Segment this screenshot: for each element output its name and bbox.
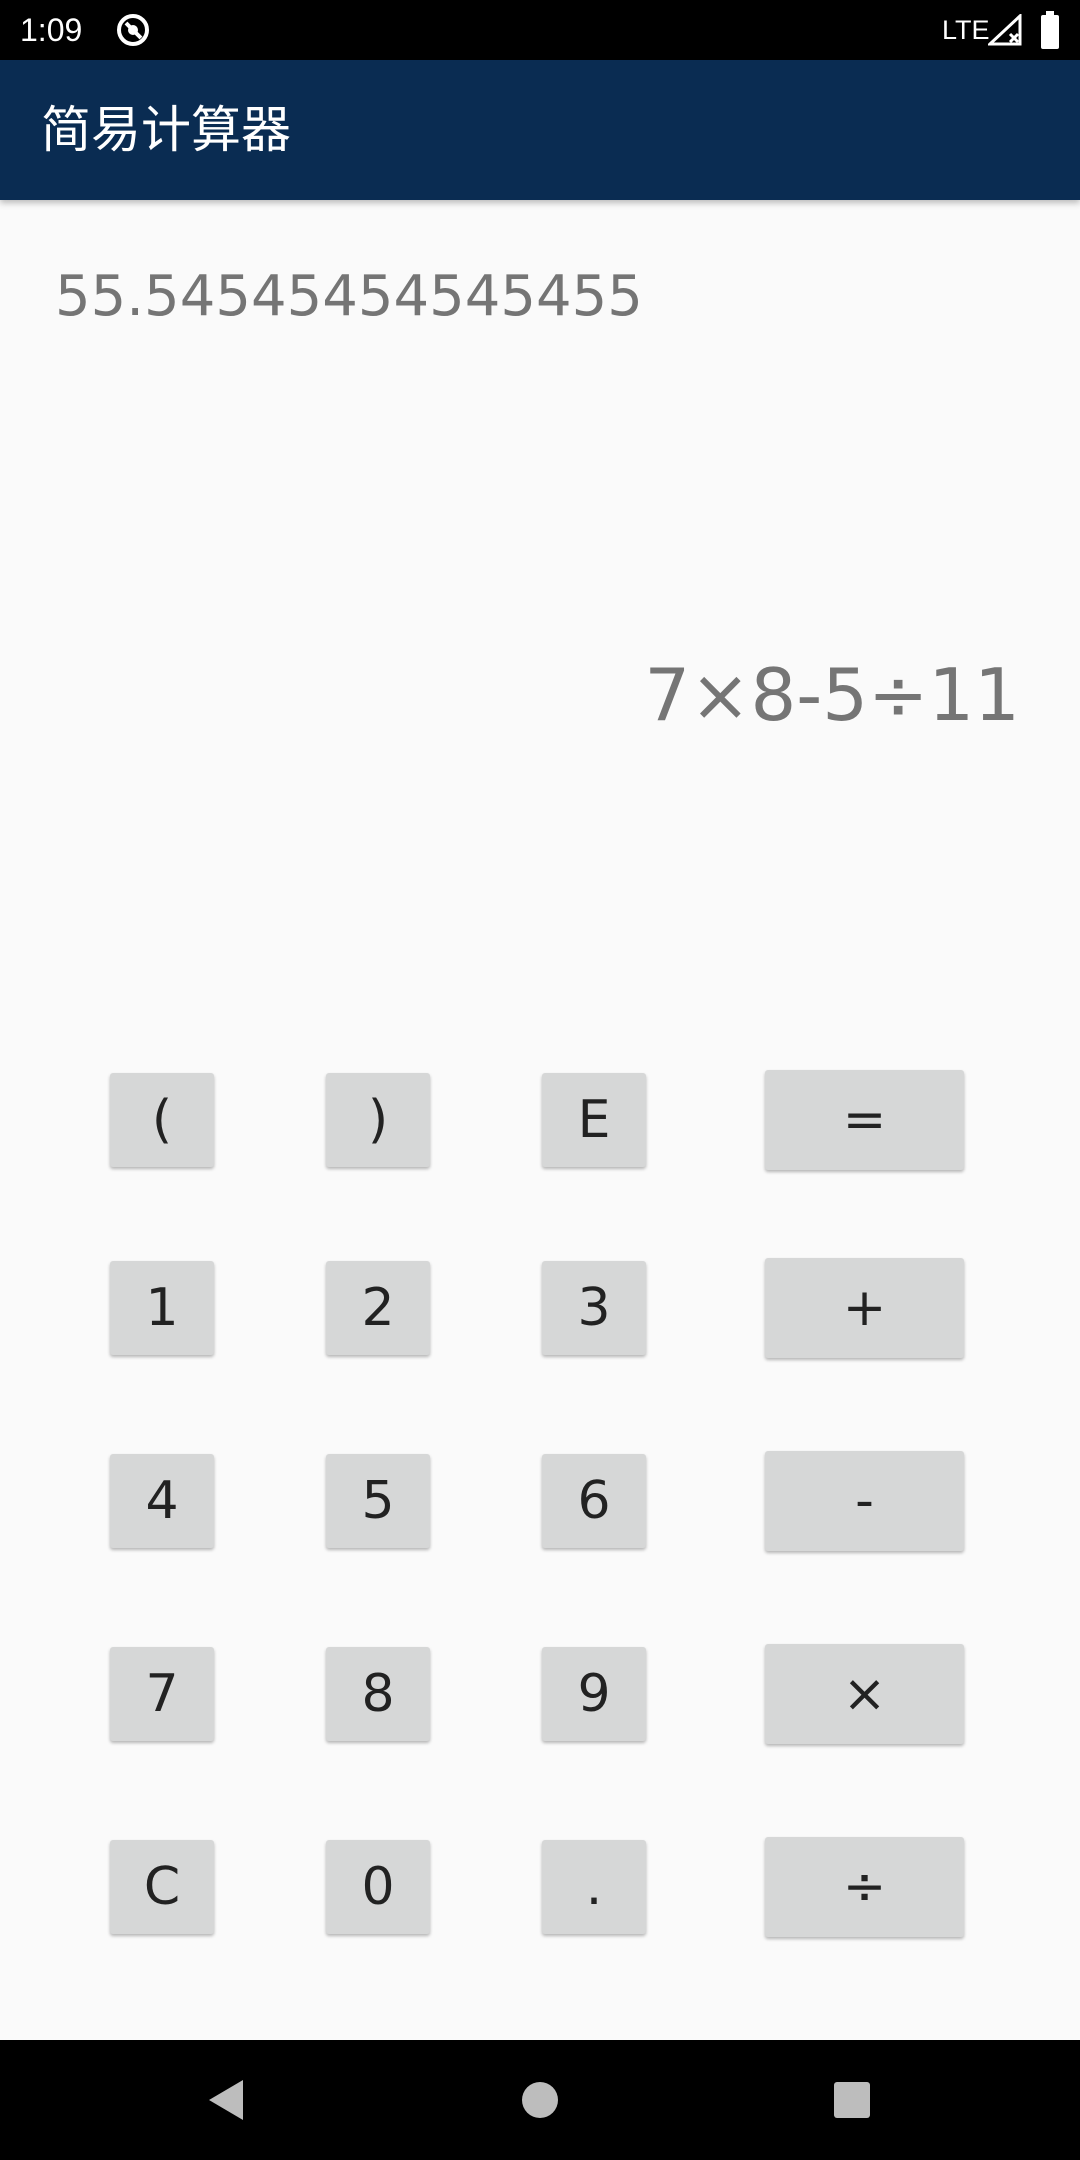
expression-display: 7×8-5÷11 [644,653,1020,737]
recents-icon [834,2082,870,2118]
status-time: 1:09 [20,12,83,48]
battery-icon [1041,11,1059,49]
key-multiply[interactable]: × [765,1644,964,1744]
home-icon [522,2082,558,2118]
key-decimal[interactable]: . [542,1840,646,1934]
key-equals[interactable]: = [765,1070,964,1170]
app-title: 简易计算器 [41,101,291,159]
key-0[interactable]: 0 [326,1840,430,1934]
key-3[interactable]: 3 [542,1261,646,1355]
key-close-paren[interactable]: ) [326,1073,430,1167]
key-open-paren[interactable]: ( [110,1073,214,1167]
key-minus[interactable]: - [765,1451,964,1551]
key-2[interactable]: 2 [326,1261,430,1355]
nav-home-button[interactable] [500,2060,580,2140]
navigation-bar [0,2040,1080,2160]
app-notification-icon [117,14,149,46]
key-6[interactable]: 6 [542,1454,646,1548]
network-type-label: LTE [942,15,990,45]
key-8[interactable]: 8 [326,1647,430,1741]
key-divide[interactable]: ÷ [765,1837,964,1937]
app-bar: 简易计算器 [0,60,1080,200]
key-1[interactable]: 1 [110,1261,214,1355]
nav-recents-button[interactable] [812,2060,892,2140]
key-backspace[interactable]: E [542,1073,646,1167]
signal-icon [988,14,1022,46]
back-icon [209,2080,243,2120]
key-plus[interactable]: + [765,1258,964,1358]
key-4[interactable]: 4 [110,1454,214,1548]
key-9[interactable]: 9 [542,1647,646,1741]
nav-back-button[interactable] [185,2060,265,2140]
key-clear[interactable]: C [110,1840,214,1934]
result-display: 55.54545454545455 [55,264,643,329]
key-5[interactable]: 5 [326,1454,430,1548]
key-7[interactable]: 7 [110,1647,214,1741]
status-bar: 1:09 LTE [0,0,1080,60]
